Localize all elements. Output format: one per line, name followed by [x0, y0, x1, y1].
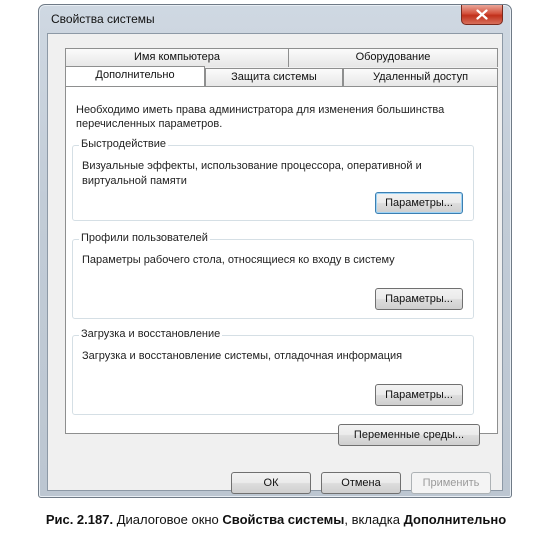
tab-computer-name[interactable]: Имя компьютера	[65, 48, 289, 67]
close-button[interactable]	[461, 5, 503, 25]
caption-text-2: , вкладка	[344, 512, 404, 527]
tab-hardware[interactable]: Оборудование	[288, 48, 498, 67]
apply-button[interactable]: Применить	[411, 472, 491, 494]
window-title: Свойства системы	[51, 12, 155, 26]
caption-figure-number: Рис. 2.187.	[45, 512, 114, 527]
tab-remote-access[interactable]: Удаленный доступ	[343, 68, 498, 87]
environment-variables-button[interactable]: Переменные среды...	[338, 424, 480, 446]
startup-recovery-label: Загрузка и восстановление	[79, 328, 223, 340]
user-profiles-settings-button[interactable]: Параметры...	[375, 288, 463, 310]
close-icon	[476, 9, 488, 20]
tab-system-protection[interactable]: Защита системы	[205, 68, 343, 87]
tab-label: Оборудование	[355, 51, 431, 63]
admin-rights-notice: Необходимо иметь права администратора дл…	[76, 104, 445, 130]
performance-label: Быстродействие	[79, 138, 168, 150]
user-profiles-group: Профили пользователей Параметры рабочего…	[72, 232, 474, 319]
system-properties-window: Свойства системы Имя компьютера Оборудов…	[38, 4, 512, 498]
performance-settings-button[interactable]: Параметры...	[375, 192, 463, 214]
performance-description: Визуальные эффекты, использование процес…	[82, 160, 422, 187]
user-profiles-description: Параметры рабочего стола, относящиеся ко…	[82, 254, 395, 266]
caption-text-1: Диалоговое окно	[113, 512, 223, 527]
dialog-client-area: Имя компьютера Оборудование Дополнительн…	[47, 33, 503, 494]
startup-recovery-description: Загрузка и восстановление системы, отлад…	[82, 350, 403, 362]
title-bar[interactable]: Свойства системы	[39, 5, 511, 33]
cancel-button[interactable]: Отмена	[321, 472, 401, 494]
tab-panel-advanced: Необходимо иметь права администратора дл…	[65, 86, 498, 434]
figure-caption: Рис. 2.187. Диалоговое окно Свойства сис…	[0, 512, 552, 527]
startup-recovery-settings-button[interactable]: Параметры...	[375, 384, 463, 406]
tab-label: Дополнительно	[95, 69, 175, 81]
user-profiles-label: Профили пользователей	[79, 232, 210, 244]
tab-label: Удаленный доступ	[372, 71, 469, 83]
caption-bold-2: Дополнительно	[403, 512, 507, 527]
ok-button[interactable]: ОК	[231, 472, 311, 494]
tab-label: Имя компьютера	[133, 51, 221, 63]
startup-recovery-group: Загрузка и восстановление Загрузка и вос…	[72, 328, 474, 415]
tab-advanced[interactable]: Дополнительно	[65, 66, 205, 86]
tab-label: Защита системы	[231, 71, 317, 83]
caption-bold-1: Свойства системы	[222, 512, 345, 527]
performance-group: Быстродействие Визуальные эффекты, испол…	[72, 138, 474, 221]
